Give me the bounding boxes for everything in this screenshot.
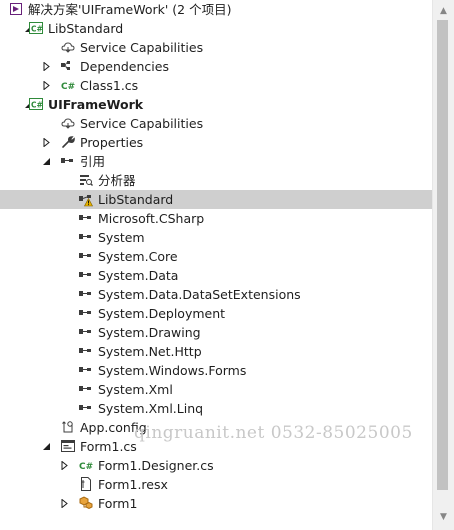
tree-item-libstandard[interactable]: LibStandard	[0, 190, 432, 209]
svg-text:C#: C#	[61, 82, 75, 92]
reference-icon	[78, 343, 94, 359]
tree-item-class1-cs[interactable]: C# Class1.cs	[0, 76, 432, 95]
tree-item-properties[interactable]: Properties	[0, 133, 432, 152]
tree-item-label: Form1.resx	[98, 477, 168, 492]
tree-item-label: System.Xml	[98, 382, 173, 397]
tree-item-system-windows-forms[interactable]: System.Windows.Forms	[0, 361, 432, 380]
tree-item-microsoft-csharp[interactable]: Microsoft.CSharp	[0, 209, 432, 228]
analyzer-icon	[78, 172, 94, 188]
reference-icon	[78, 305, 94, 321]
solution-explorer-tree: 解决方案'UIFrameWork' (2 个项目) C# LibStandard Se…	[0, 0, 432, 530]
vertical-scrollbar[interactable]: ▲ ▼	[432, 0, 454, 530]
tree-item-label: Form1.Designer.cs	[98, 458, 214, 473]
reference-icon	[78, 362, 94, 378]
tree-item-label: System.Deployment	[98, 306, 226, 321]
service-capabilities-icon	[60, 115, 76, 131]
tree-item-label: Form1.cs	[80, 439, 137, 454]
references-icon	[60, 153, 76, 169]
reference-icon	[78, 267, 94, 283]
config-file-icon	[60, 419, 76, 435]
reference-icon	[78, 400, 94, 416]
expanded-arrow-icon[interactable]	[40, 437, 52, 456]
tree-item-label: Form1	[98, 496, 138, 511]
tree-item-label: System.Net.Http	[98, 344, 202, 359]
tree-item-label: Service Capabilities	[80, 116, 204, 131]
tree-item-label: System	[98, 230, 145, 245]
tree-item-system-deployment[interactable]: System.Deployment	[0, 304, 432, 323]
tree-item-label: UIFrameWork	[48, 97, 144, 112]
solution-icon	[8, 1, 24, 17]
tree-item-service-capabilities[interactable]: Service Capabilities	[0, 38, 432, 57]
tree-item-label: Service Capabilities	[80, 40, 204, 55]
tree-item-system[interactable]: System	[0, 228, 432, 247]
tree-item-item[interactable]: 引用	[0, 152, 432, 171]
reference-icon	[78, 210, 94, 226]
dependencies-icon	[60, 58, 76, 74]
tree-item-label: Class1.cs	[80, 78, 139, 93]
tree-item-system-core[interactable]: System.Core	[0, 247, 432, 266]
tree-item-uiframework-2[interactable]: 解决方案'UIFrameWork' (2 个项目)	[0, 0, 432, 19]
tree-item-form1[interactable]: Form1	[0, 494, 432, 513]
tree-item-label: LibStandard	[98, 192, 174, 207]
svg-text:C#: C#	[79, 462, 93, 472]
collapsed-arrow-icon[interactable]	[40, 76, 52, 95]
svg-text:C#: C#	[31, 25, 43, 34]
tree-item-system-net-http[interactable]: System.Net.Http	[0, 342, 432, 361]
scroll-up-arrow-icon[interactable]: ▲	[433, 2, 454, 20]
tree-item-label: LibStandard	[48, 21, 124, 36]
tree-item-service-capabilities[interactable]: Service Capabilities	[0, 114, 432, 133]
tree-item-form1-resx[interactable]: Form1.resx	[0, 475, 432, 494]
watermark-text: qingruanit.net 0532-85025005	[134, 423, 413, 443]
tree-item-label: System.Data.DataSetExtensions	[98, 287, 301, 302]
collapsed-arrow-icon[interactable]	[58, 456, 70, 475]
reference-icon	[78, 248, 94, 264]
tree-item-uiframework[interactable]: C# UIFrameWork	[0, 95, 432, 114]
tree-item-label: 引用	[80, 154, 106, 169]
expanded-arrow-icon[interactable]	[40, 152, 52, 171]
reference-icon	[78, 229, 94, 245]
resx-file-icon	[78, 476, 94, 492]
svg-text:C#: C#	[31, 101, 43, 110]
csharp-project-icon: C#	[28, 20, 44, 36]
tree-item-label: 分析器	[98, 173, 136, 188]
tree-item-label: System.Xml.Linq	[98, 401, 204, 416]
tree-item-form1-designer-cs[interactable]: C# Form1.Designer.cs	[0, 456, 432, 475]
csharp-file-icon: C#	[78, 457, 94, 473]
tree-item-libstandard[interactable]: C# LibStandard	[0, 19, 432, 38]
class-icon	[78, 495, 94, 511]
collapsed-arrow-icon[interactable]	[40, 57, 52, 76]
tree-item-label: System.Data	[98, 268, 179, 283]
tree-item-label: Properties	[80, 135, 144, 150]
tree-item-system-data[interactable]: System.Data	[0, 266, 432, 285]
tree-item-label: System.Windows.Forms	[98, 363, 247, 378]
wrench-icon	[60, 134, 76, 150]
collapsed-arrow-icon[interactable]	[40, 133, 52, 152]
reference-icon	[78, 286, 94, 302]
tree-item-system-drawing[interactable]: System.Drawing	[0, 323, 432, 342]
tree-item-label: Microsoft.CSharp	[98, 211, 205, 226]
tree-item-label: Dependencies	[80, 59, 169, 74]
reference-icon	[78, 324, 94, 340]
tree-item-label: 解决方案'UIFrameWork' (2 个项目)	[28, 2, 232, 17]
tree-item-system-data-datasetextensions[interactable]: System.Data.DataSetExtensions	[0, 285, 432, 304]
reference-icon	[78, 381, 94, 397]
scrollbar-thumb[interactable]	[437, 20, 448, 490]
collapsed-arrow-icon[interactable]	[58, 494, 70, 513]
tree-item-label: System.Drawing	[98, 325, 201, 340]
warning-reference-icon	[78, 191, 94, 207]
tree-item-item[interactable]: 分析器	[0, 171, 432, 190]
scroll-down-arrow-icon[interactable]: ▼	[433, 508, 454, 526]
service-capabilities-icon	[60, 39, 76, 55]
form-icon	[60, 438, 76, 454]
csharp-file-icon: C#	[60, 77, 76, 93]
tree-item-dependencies[interactable]: Dependencies	[0, 57, 432, 76]
tree-item-label: System.Core	[98, 249, 178, 264]
csharp-project-icon: C#	[28, 96, 44, 112]
tree-item-system-xml[interactable]: System.Xml	[0, 380, 432, 399]
tree-item-system-xml-linq[interactable]: System.Xml.Linq	[0, 399, 432, 418]
